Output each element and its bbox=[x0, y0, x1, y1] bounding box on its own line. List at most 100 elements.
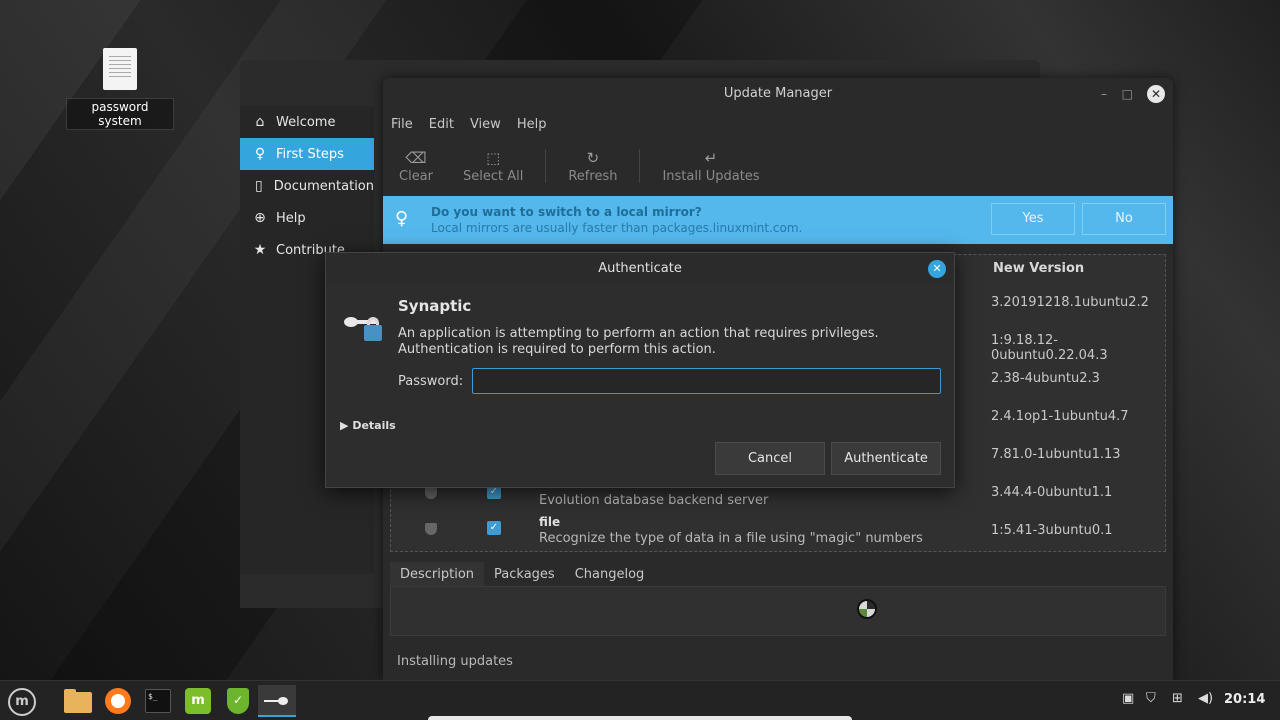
app-name: Synaptic bbox=[398, 297, 472, 315]
select-all-icon: ⬚ bbox=[486, 148, 501, 167]
document-icon bbox=[103, 48, 137, 90]
status-text: Installing updates bbox=[397, 654, 513, 669]
sidebar-item-first-steps[interactable]: ♀ First Steps bbox=[240, 138, 374, 170]
shield-check-icon: ✓ bbox=[227, 688, 249, 714]
version-cell: 1:5.41-3ubuntu0.1 bbox=[991, 523, 1113, 538]
lightbulb-icon: ♀ bbox=[395, 208, 409, 229]
maximize-button[interactable]: □ bbox=[1122, 78, 1133, 110]
version-cell: 2.4.1op1-1ubuntu4.7 bbox=[991, 409, 1129, 424]
select-all-button[interactable]: ⬚ Select All bbox=[455, 149, 531, 184]
sidebar-item-label: First Steps bbox=[276, 146, 344, 162]
window-titlebar[interactable]: Update Manager – □ ✕ bbox=[383, 78, 1173, 110]
yes-button[interactable]: Yes bbox=[991, 203, 1075, 235]
desktop-file-label: password system bbox=[66, 98, 174, 130]
select-all-label: Select All bbox=[463, 168, 524, 184]
authenticate-dialog: Authenticate ✕ Synaptic An application i… bbox=[325, 252, 955, 488]
folder-icon bbox=[64, 692, 92, 713]
details-tabs: Description Packages Changelog bbox=[390, 562, 654, 588]
version-cell: 7.81.0-1ubuntu1.13 bbox=[991, 447, 1121, 462]
version-cell: 3.44.4-0ubuntu1.1 bbox=[991, 485, 1113, 500]
start-menu-button[interactable]: m bbox=[4, 685, 40, 717]
volume-icon[interactable]: ◀) bbox=[1198, 691, 1213, 706]
refresh-icon: ↻ bbox=[586, 148, 600, 167]
keys-lock-icon bbox=[342, 311, 386, 345]
firefox-launcher[interactable] bbox=[102, 685, 134, 717]
update-manager-launcher[interactable]: ✓ bbox=[222, 685, 254, 717]
package-name: file bbox=[539, 515, 561, 529]
mint-logo-icon: m bbox=[8, 688, 36, 716]
details-label: Details bbox=[352, 419, 396, 432]
no-button[interactable]: No bbox=[1082, 203, 1166, 235]
refresh-button[interactable]: ↻ Refresh bbox=[560, 149, 625, 184]
description-panel bbox=[390, 586, 1166, 636]
mintinstall-launcher[interactable]: m bbox=[182, 685, 214, 717]
taskbar: m $_ m ✓ ▣ ⛉ ⊞ ◀) 20:14 bbox=[0, 680, 1280, 720]
toolbar-separator bbox=[545, 149, 547, 183]
infobar-subtitle: Local mirrors are usually faster than pa… bbox=[431, 221, 803, 235]
version-cell: 2.38-4ubuntu2.3 bbox=[991, 371, 1100, 386]
menu-file[interactable]: File bbox=[391, 117, 413, 132]
home-icon: ⌂ bbox=[255, 114, 265, 130]
window-title: Update Manager bbox=[723, 86, 833, 101]
menu-help[interactable]: Help bbox=[517, 117, 547, 132]
lightbulb-icon: ♀ bbox=[254, 146, 266, 162]
toolbar: ⌫ Clear ⬚ Select All ↻ Refresh ↵ Install… bbox=[383, 138, 1173, 194]
sidebar-item-help[interactable]: ⊕ Help bbox=[240, 202, 374, 234]
package-description: Recognize the type of data in a file usi… bbox=[539, 531, 923, 546]
cancel-button[interactable]: Cancel bbox=[715, 442, 825, 475]
mint-app-icon: m bbox=[185, 688, 211, 714]
close-button[interactable]: ✕ bbox=[928, 260, 946, 278]
authenticate-button[interactable]: Authenticate bbox=[831, 442, 941, 475]
tab-packages[interactable]: Packages bbox=[484, 562, 565, 588]
tab-changelog[interactable]: Changelog bbox=[565, 562, 655, 588]
network-icon[interactable]: ⊞ bbox=[1172, 691, 1183, 706]
refresh-label: Refresh bbox=[568, 168, 618, 184]
toolbar-separator bbox=[639, 149, 641, 183]
backspace-icon: ⌫ bbox=[405, 148, 427, 167]
authenticate-task[interactable] bbox=[258, 685, 296, 717]
install-updates-label: Install Updates bbox=[662, 168, 760, 184]
terminal-launcher[interactable]: $_ bbox=[142, 685, 174, 717]
sidebar-item-documentation[interactable]: ▯ Documentation bbox=[240, 170, 374, 202]
book-icon: ▯ bbox=[255, 178, 263, 194]
clock[interactable]: 20:14 bbox=[1224, 692, 1265, 707]
column-header-new-version[interactable]: New Version bbox=[993, 261, 1084, 276]
auth-message: An application is attempting to perform … bbox=[398, 326, 879, 357]
shield-icon bbox=[425, 523, 437, 535]
triangle-right-icon: ▶ bbox=[340, 419, 349, 432]
password-input[interactable] bbox=[472, 368, 941, 394]
clipboard-icon[interactable]: ▣ bbox=[1122, 691, 1134, 706]
dialog-titlebar[interactable]: Authenticate ✕ bbox=[326, 253, 954, 285]
dock-indicator bbox=[428, 716, 852, 720]
update-checkbox[interactable]: ✓ bbox=[487, 521, 501, 535]
files-launcher[interactable] bbox=[62, 685, 94, 717]
package-description: Evolution database backend server bbox=[539, 493, 769, 508]
menu-view[interactable]: View bbox=[470, 117, 501, 132]
sidebar-item-label: Documentation bbox=[273, 178, 374, 194]
desktop-file-icon[interactable]: password system bbox=[66, 48, 174, 130]
sidebar-item-label: Help bbox=[276, 210, 306, 226]
lifebuoy-icon: ⊕ bbox=[254, 210, 266, 226]
install-updates-button[interactable]: ↵ Install Updates bbox=[654, 149, 767, 184]
close-button[interactable]: ✕ bbox=[1147, 85, 1165, 103]
sidebar-item-welcome[interactable]: ⌂ Welcome bbox=[240, 106, 374, 138]
minimize-button[interactable]: – bbox=[1101, 78, 1107, 110]
password-label: Password: bbox=[398, 374, 464, 389]
clear-label: Clear bbox=[399, 168, 433, 184]
shield-tray-icon[interactable]: ⛉ bbox=[1146, 691, 1156, 706]
menu-edit[interactable]: Edit bbox=[429, 117, 454, 132]
dialog-title: Authenticate bbox=[598, 261, 682, 276]
version-cell: 1:9.18.12-0ubuntu0.22.04.3 bbox=[991, 333, 1108, 363]
tab-description[interactable]: Description bbox=[390, 562, 485, 588]
details-expander[interactable]: ▶ Details bbox=[340, 419, 396, 432]
version-cell: 3.20191218.1ubuntu2.2 bbox=[991, 295, 1149, 310]
clear-button[interactable]: ⌫ Clear bbox=[391, 149, 441, 184]
busy-cursor-icon bbox=[857, 599, 877, 619]
shield-icon bbox=[425, 487, 437, 499]
sidebar-item-label: Welcome bbox=[276, 114, 336, 130]
star-icon: ★ bbox=[253, 242, 267, 258]
terminal-icon: $_ bbox=[145, 689, 171, 713]
infobar-title: Do you want to switch to a local mirror? bbox=[431, 205, 702, 219]
key-icon bbox=[264, 697, 290, 705]
menubar: File Edit View Help bbox=[383, 110, 1173, 138]
